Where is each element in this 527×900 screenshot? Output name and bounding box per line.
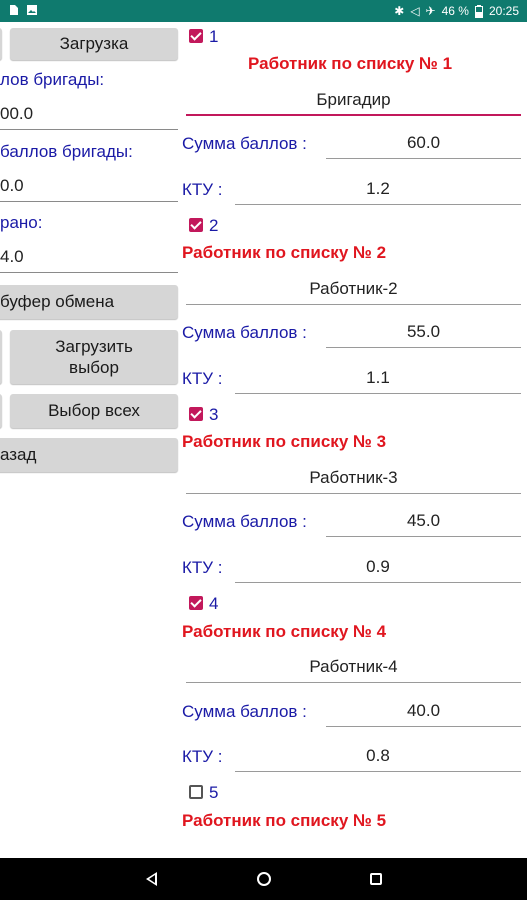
worker-2-checkbox[interactable] xyxy=(189,218,203,232)
status-bar: ✱ ◁ ✈ 46 % 20:25 xyxy=(0,0,527,22)
worker-3-ktu-label: КТУ : xyxy=(182,558,223,577)
load-selection-button[interactable]: Загрузить выбор xyxy=(10,330,178,384)
load-selection-label: Загрузить выбор xyxy=(55,337,133,377)
recent-apps-icon[interactable] xyxy=(370,873,382,885)
worker-2-points-field[interactable]: 55.0 xyxy=(326,318,521,348)
back-button[interactable]: азад xyxy=(0,438,178,472)
worker-4-ktu-field[interactable]: 0.8 xyxy=(235,742,521,772)
file-icon xyxy=(10,5,18,15)
mute-icon: ◁ xyxy=(410,4,420,18)
worker-4-points-field[interactable]: 40.0 xyxy=(326,697,521,727)
battery-percent: 46 % xyxy=(441,4,469,18)
worker-1-ktu-label: КТУ : xyxy=(182,180,223,199)
team-points-label: лов бригады: xyxy=(0,70,105,89)
clipboard-button[interactable]: буфер обмена xyxy=(0,285,178,319)
worker-2-ktu-label: КТУ : xyxy=(182,369,223,388)
worker-3-name-field[interactable]: Работник-3 xyxy=(186,464,521,494)
worker-4-title: Работник по списку № 4 xyxy=(182,622,387,641)
collected-label: рано: xyxy=(0,213,43,232)
worker-5-title: Работник по списку № 5 xyxy=(182,811,387,830)
back-icon[interactable] xyxy=(146,872,157,886)
worker-2-title: Работник по списку № 2 xyxy=(182,243,387,262)
worker-4-checkbox[interactable] xyxy=(189,596,203,610)
worker-3-points-label: Сумма баллов : xyxy=(182,512,307,531)
worker-1-title: Работник по списку № 1 xyxy=(248,54,453,73)
team-points-sum-field[interactable]: 0.0 xyxy=(0,172,178,202)
worker-3-points-field[interactable]: 45.0 xyxy=(326,507,521,537)
home-icon[interactable] xyxy=(257,872,271,886)
load-button[interactable]: Загрузка xyxy=(10,28,178,60)
worker-4-ktu-label: КТУ : xyxy=(182,747,223,766)
worker-2-points-label: Сумма баллов : xyxy=(182,323,307,342)
worker-5-index: 5 xyxy=(209,783,219,802)
navigation-bar xyxy=(0,858,527,900)
left-edge-button-mid[interactable] xyxy=(0,330,2,384)
select-all-button[interactable]: Выбор всех xyxy=(10,394,178,428)
worker-1-checkbox[interactable] xyxy=(189,29,203,43)
worker-1-name-field[interactable]: Бригадир xyxy=(186,86,521,116)
worker-1-ktu-field[interactable]: 1.2 xyxy=(235,175,521,205)
worker-2-ktu-field[interactable]: 1.1 xyxy=(235,364,521,394)
worker-1-points-field[interactable]: 60.0 xyxy=(326,129,521,159)
worker-1-points-label: Сумма баллов : xyxy=(182,134,307,153)
worker-4-name-field[interactable]: Работник-4 xyxy=(186,653,521,683)
worker-2-name-field[interactable]: Работник-2 xyxy=(186,275,521,305)
worker-3-title: Работник по списку № 3 xyxy=(182,432,387,451)
clock: 20:25 xyxy=(488,4,519,18)
back-button-label: азад xyxy=(0,445,37,464)
worker-1-index: 1 xyxy=(209,27,219,46)
left-edge-button-low[interactable] xyxy=(0,394,2,428)
worker-3-index: 3 xyxy=(209,405,219,424)
team-points-sum-label: баллов бригады: xyxy=(0,142,133,161)
worker-5-checkbox[interactable] xyxy=(189,785,203,799)
team-points-field[interactable]: 00.0 xyxy=(0,100,178,130)
worker-2-index: 2 xyxy=(209,216,219,235)
airplane-mode-icon: ✈ xyxy=(425,4,436,18)
bluetooth-icon: ✱ xyxy=(394,4,405,18)
image-icon xyxy=(27,5,37,15)
battery-icon xyxy=(474,4,483,18)
worker-4-index: 4 xyxy=(209,594,219,613)
worker-3-checkbox[interactable] xyxy=(189,407,203,421)
clipboard-button-label: буфер обмена xyxy=(0,292,115,311)
left-edge-button-top[interactable] xyxy=(0,28,2,60)
collected-field[interactable]: 4.0 xyxy=(0,243,178,273)
worker-4-points-label: Сумма баллов : xyxy=(182,702,307,721)
worker-3-ktu-field[interactable]: 0.9 xyxy=(235,553,521,583)
